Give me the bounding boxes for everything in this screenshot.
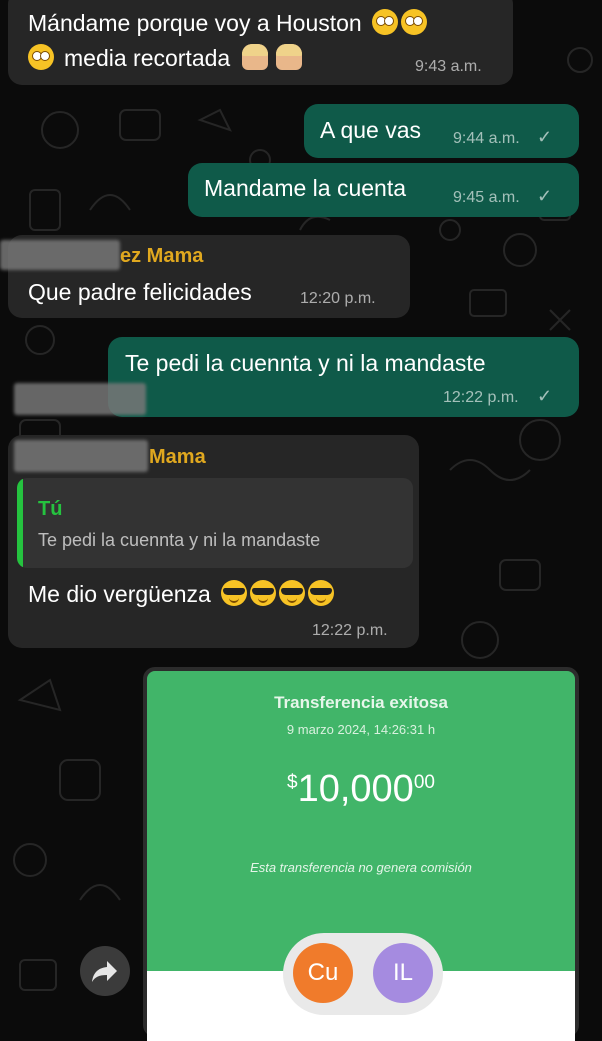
- message-text: Mándame porque voy a Houston: [28, 9, 427, 37]
- check-icon: ✓: [537, 386, 553, 406]
- facepalm-icon: [242, 44, 269, 70]
- check-icon: ✓: [537, 186, 553, 206]
- receipt-date: 9 marzo 2024, 14:26:31 h: [286, 722, 436, 737]
- avatar-sender: Cu: [293, 943, 353, 1003]
- receipt-title: Transferencia exitosa: [274, 693, 448, 712]
- reply-quote-author: Tú: [38, 498, 63, 520]
- receipt-amount: $10,00000: [287, 768, 435, 810]
- message-time: 12:20 p.m.: [300, 290, 376, 307]
- transfer-parties: Cu IL: [283, 933, 443, 1015]
- message-text: Me dio vergüenza: [28, 580, 334, 608]
- message-text: Mandame la cuenta: [204, 175, 407, 201]
- sunglasses-face-icon: [278, 580, 305, 606]
- redacted-label: [14, 383, 146, 415]
- forward-button[interactable]: [80, 946, 130, 996]
- message-text: A que vas: [320, 117, 422, 143]
- receipt-note: Esta transferencia no genera comisión: [250, 860, 472, 875]
- sunglasses-face-icon: [220, 580, 247, 606]
- redacted-name: [14, 440, 148, 472]
- message-time: 9:45 a.m.: [453, 189, 520, 206]
- message-text: Te pedi la cuennta y ni la mandaste: [125, 350, 486, 376]
- flushed-face-icon: [371, 9, 398, 35]
- flushed-face-icon: [28, 44, 54, 70]
- flushed-face-icon: [400, 9, 427, 35]
- facepalm-icon: [276, 44, 303, 70]
- check-icon: ✓: [537, 127, 553, 147]
- message-time: 12:22 p.m.: [443, 389, 519, 406]
- avatar-recipient: IL: [373, 943, 433, 1003]
- transfer-receipt-image[interactable]: Transferencia exitosa 9 marzo 2024, 14:2…: [143, 667, 579, 1041]
- message-time: 9:43 a.m.: [415, 58, 482, 75]
- reply-quote-text: Te pedi la cuennta y ni la mandaste: [38, 530, 321, 550]
- message-text: media recortada: [28, 44, 303, 72]
- message-text: Que padre felicidades: [28, 279, 252, 305]
- redacted-name: [0, 240, 120, 270]
- sunglasses-face-icon: [249, 580, 276, 606]
- sender-name: ez Mama: [120, 245, 204, 267]
- sender-name: Mama: [149, 446, 206, 468]
- reply-quote[interactable]: Tú Te pedi la cuennta y ni la mandaste: [17, 478, 413, 568]
- message-time: 9:44 a.m.: [453, 130, 520, 147]
- forward-icon: [92, 961, 117, 982]
- reply-quote-bar: [17, 478, 23, 568]
- sunglasses-face-icon: [307, 580, 334, 606]
- message-time: 12:22 p.m.: [312, 622, 388, 639]
